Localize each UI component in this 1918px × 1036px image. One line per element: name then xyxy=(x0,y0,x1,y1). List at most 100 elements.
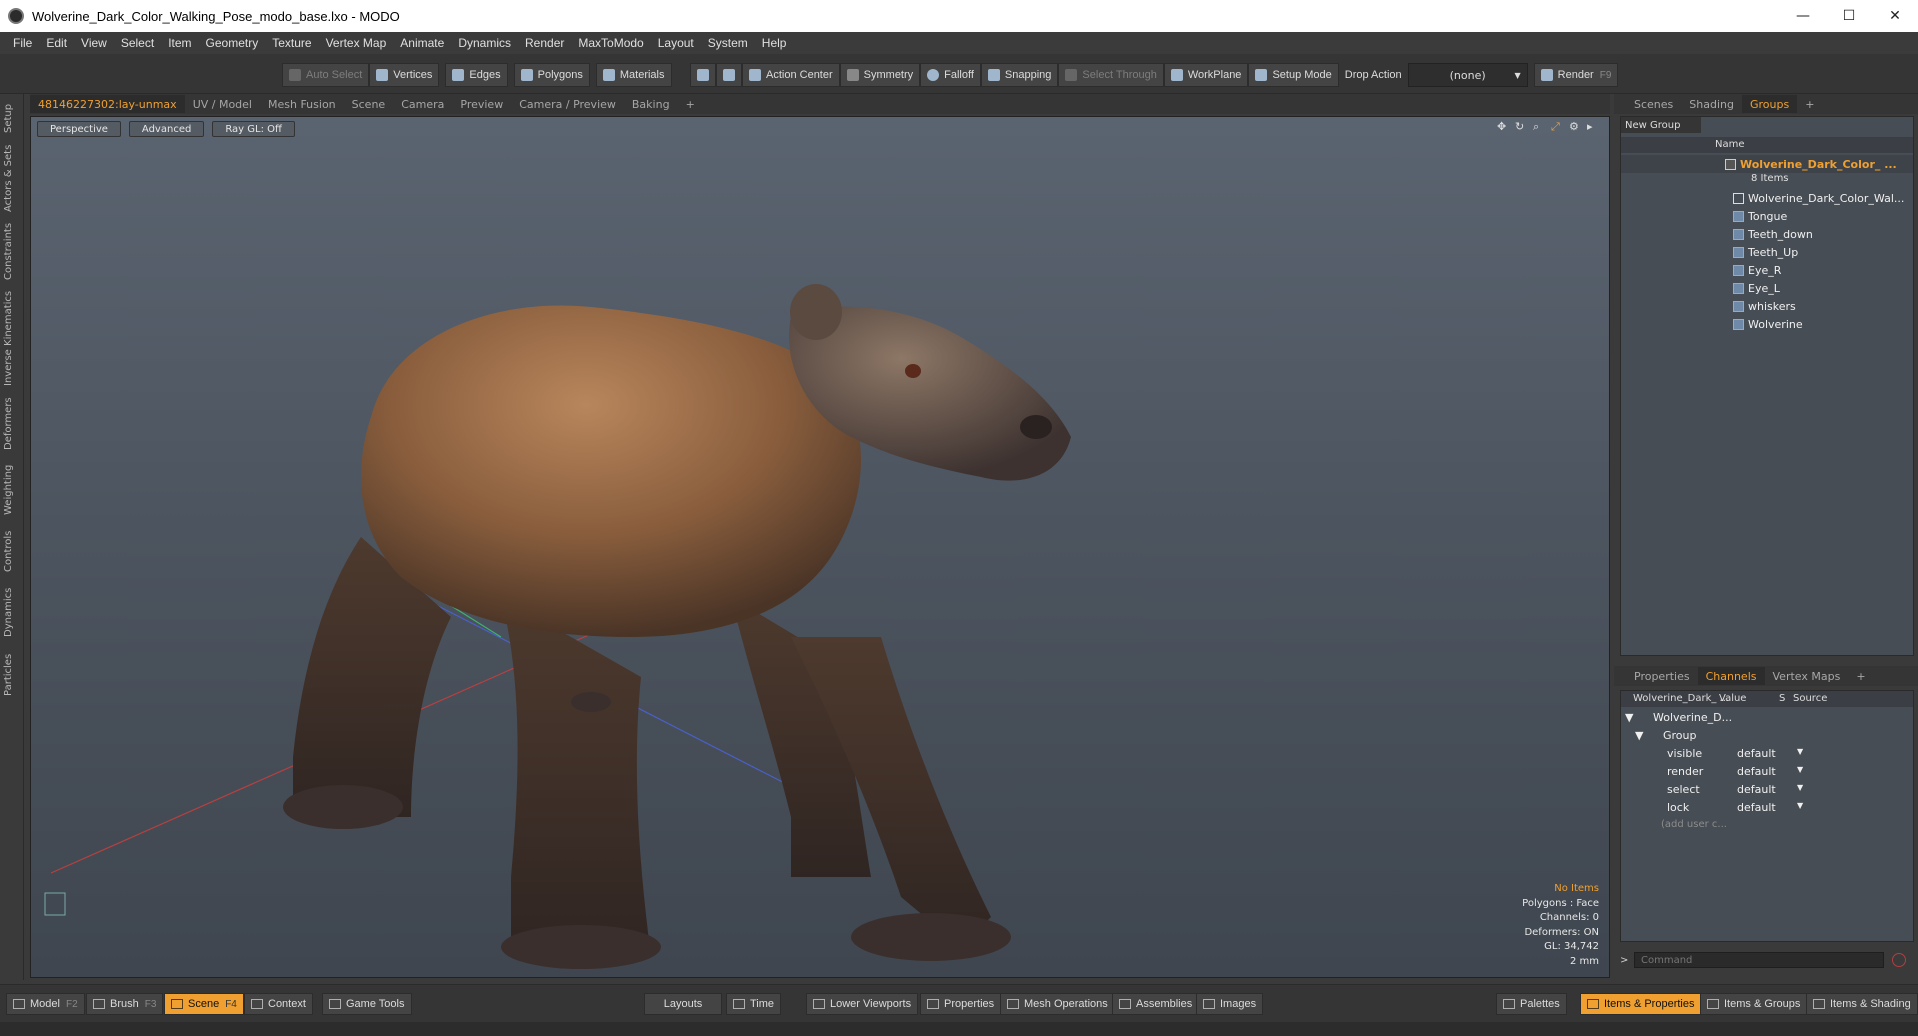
rail-tab-weighting[interactable]: Weighting xyxy=(3,462,21,518)
tab-scene[interactable]: Scene xyxy=(344,95,394,113)
add-panel-tab-button[interactable]: + xyxy=(1797,95,1822,113)
items-properties-button[interactable]: Items & Properties xyxy=(1580,993,1702,1015)
lower-viewports-button[interactable]: Lower Viewports xyxy=(806,993,919,1015)
channel-row-visible[interactable]: visible default ▼ xyxy=(1621,745,1913,763)
model-layout-button[interactable]: Model F2 xyxy=(6,993,85,1015)
menu-edit[interactable]: Edit xyxy=(39,36,74,50)
menu-dynamics[interactable]: Dynamics xyxy=(451,36,518,50)
items-groups-button[interactable]: Items & Groups xyxy=(1700,993,1808,1015)
pan-icon[interactable]: ✥ xyxy=(1497,121,1509,133)
assemblies-button[interactable]: Assemblies xyxy=(1112,993,1200,1015)
channel-row-lock[interactable]: lock default ▼ xyxy=(1621,799,1913,817)
tab-lay-unmax[interactable]: 48146227302:lay-unmax xyxy=(30,95,185,113)
element-rotate-button[interactable] xyxy=(716,63,742,87)
tab-properties[interactable]: Properties xyxy=(1626,667,1698,685)
menu-view[interactable]: View xyxy=(74,36,114,50)
viewport-settings-icon[interactable]: ⚙ xyxy=(1569,121,1581,133)
menu-geometry[interactable]: Geometry xyxy=(199,36,266,50)
tab-scenes[interactable]: Scenes xyxy=(1626,95,1681,113)
command-input[interactable] xyxy=(1634,952,1884,968)
tab-channels[interactable]: Channels xyxy=(1697,667,1765,685)
vertices-button[interactable]: Vertices xyxy=(369,63,440,87)
images-button[interactable]: Images xyxy=(1196,993,1264,1015)
symmetry-button[interactable]: Symmetry xyxy=(839,63,921,87)
tab-preview[interactable]: Preview xyxy=(452,95,511,113)
tab-camera[interactable]: Camera xyxy=(393,95,452,113)
list-item[interactable]: Teeth_down xyxy=(1621,225,1913,243)
perspective-view-button[interactable]: Perspective xyxy=(37,121,121,137)
list-item[interactable]: Wolverine xyxy=(1621,315,1913,333)
rail-tab-deformers[interactable]: Deformers xyxy=(3,394,21,454)
tab-shading[interactable]: Shading xyxy=(1681,95,1742,113)
3d-viewport[interactable]: Perspective Advanced Ray GL: Off ✥ ↻ ⌕ ⤢… xyxy=(30,116,1610,978)
rail-tab-setup[interactable]: Setup xyxy=(3,98,21,138)
close-button[interactable]: ✕ xyxy=(1872,0,1918,32)
context-layout-button[interactable]: Context xyxy=(244,993,313,1015)
game-tools-layout-button[interactable]: Game Tools xyxy=(322,993,412,1015)
list-item[interactable]: whiskers xyxy=(1621,297,1913,315)
rail-tab-controls[interactable]: Controls xyxy=(3,526,21,576)
tab-vertex-maps[interactable]: Vertex Maps xyxy=(1765,667,1849,685)
select-through-button[interactable]: Select Through xyxy=(1058,63,1164,87)
menu-system[interactable]: System xyxy=(701,36,755,50)
rail-tab-constraints[interactable]: Constraints xyxy=(3,220,21,282)
maximize-button[interactable]: ☐ xyxy=(1826,0,1872,32)
new-group-button[interactable]: New Group xyxy=(1621,117,1701,133)
materials-button[interactable]: Materials xyxy=(595,63,672,87)
channel-item-row[interactable]: ▼ Wolverine_D... xyxy=(1621,709,1913,727)
edges-button[interactable]: Edges xyxy=(445,63,508,87)
falloff-button[interactable]: Falloff xyxy=(920,63,981,87)
menu-render[interactable]: Render xyxy=(518,36,571,50)
rail-tab-actors-sets[interactable]: Actors & Sets xyxy=(3,144,21,212)
workplane-button[interactable]: WorkPlane xyxy=(1163,63,1249,87)
rail-tab-inverse-kinematics[interactable]: Inverse Kinematics xyxy=(3,290,21,386)
action-center-button[interactable]: Action Center xyxy=(742,63,840,87)
menu-vertex-map[interactable]: Vertex Map xyxy=(319,36,394,50)
advanced-shading-button[interactable]: Advanced xyxy=(128,121,205,137)
channel-group-row[interactable]: ▼ Group xyxy=(1621,727,1913,745)
menu-file[interactable]: File xyxy=(6,36,39,50)
add-user-channel-row[interactable]: (add user c... xyxy=(1621,817,1913,835)
add-tab-button[interactable]: + xyxy=(678,95,703,113)
raygl-toggle-button[interactable]: Ray GL: Off xyxy=(212,121,295,137)
rail-tab-particles[interactable]: Particles xyxy=(3,648,21,702)
mesh-operations-button[interactable]: Mesh Operations xyxy=(1000,993,1115,1015)
tab-camera-preview[interactable]: Camera / Preview xyxy=(511,95,624,113)
zoom-icon[interactable]: ⌕ xyxy=(1533,121,1545,133)
channel-row-select[interactable]: select default ▼ xyxy=(1621,781,1913,799)
menu-animate[interactable]: Animate xyxy=(393,36,451,50)
channel-row-render[interactable]: render default ▼ xyxy=(1621,763,1913,781)
list-item[interactable]: Eye_L xyxy=(1621,279,1913,297)
setup-mode-button[interactable]: Setup Mode xyxy=(1248,63,1339,87)
viewport-menu-icon[interactable]: ▸ xyxy=(1587,121,1599,133)
rotate-view-icon[interactable]: ↻ xyxy=(1515,121,1527,133)
menu-layout[interactable]: Layout xyxy=(651,36,701,50)
menu-item[interactable]: Item xyxy=(161,36,198,50)
menu-select[interactable]: Select xyxy=(114,36,161,50)
minimize-button[interactable]: — xyxy=(1780,0,1826,32)
tab-groups[interactable]: Groups xyxy=(1741,95,1798,113)
polygons-button[interactable]: Polygons xyxy=(513,63,590,87)
list-item[interactable]: Tongue xyxy=(1621,207,1913,225)
layouts-button[interactable]: Layouts xyxy=(644,993,722,1015)
list-item[interactable]: Teeth_Up xyxy=(1621,243,1913,261)
time-button[interactable]: Time xyxy=(726,993,782,1015)
scene-layout-button[interactable]: Scene F4 xyxy=(164,993,244,1015)
list-item[interactable]: Eye_R xyxy=(1621,261,1913,279)
auto-select-button[interactable]: Auto Select xyxy=(282,63,370,87)
drop-action-select[interactable]: (none) ▼ xyxy=(1407,63,1528,87)
snapping-button[interactable]: Snapping xyxy=(980,63,1059,87)
rail-tab-dynamics[interactable]: Dynamics xyxy=(3,584,21,640)
tab-mesh-fusion[interactable]: Mesh Fusion xyxy=(260,95,344,113)
list-item[interactable]: Wolverine_Dark_Color_Wal... xyxy=(1621,189,1913,207)
render-button[interactable]: Render F9 xyxy=(1533,63,1619,87)
menu-help[interactable]: Help xyxy=(755,36,794,50)
add-properties-tab-button[interactable]: + xyxy=(1848,667,1873,685)
record-icon[interactable] xyxy=(1892,953,1906,967)
properties-button[interactable]: Properties xyxy=(920,993,1002,1015)
fit-view-icon[interactable]: ⤢ xyxy=(1551,121,1563,133)
element-move-button[interactable] xyxy=(690,63,716,87)
brush-layout-button[interactable]: Brush F3 xyxy=(86,993,164,1015)
menu-texture[interactable]: Texture xyxy=(265,36,318,50)
palettes-button[interactable]: Palettes xyxy=(1496,993,1567,1015)
